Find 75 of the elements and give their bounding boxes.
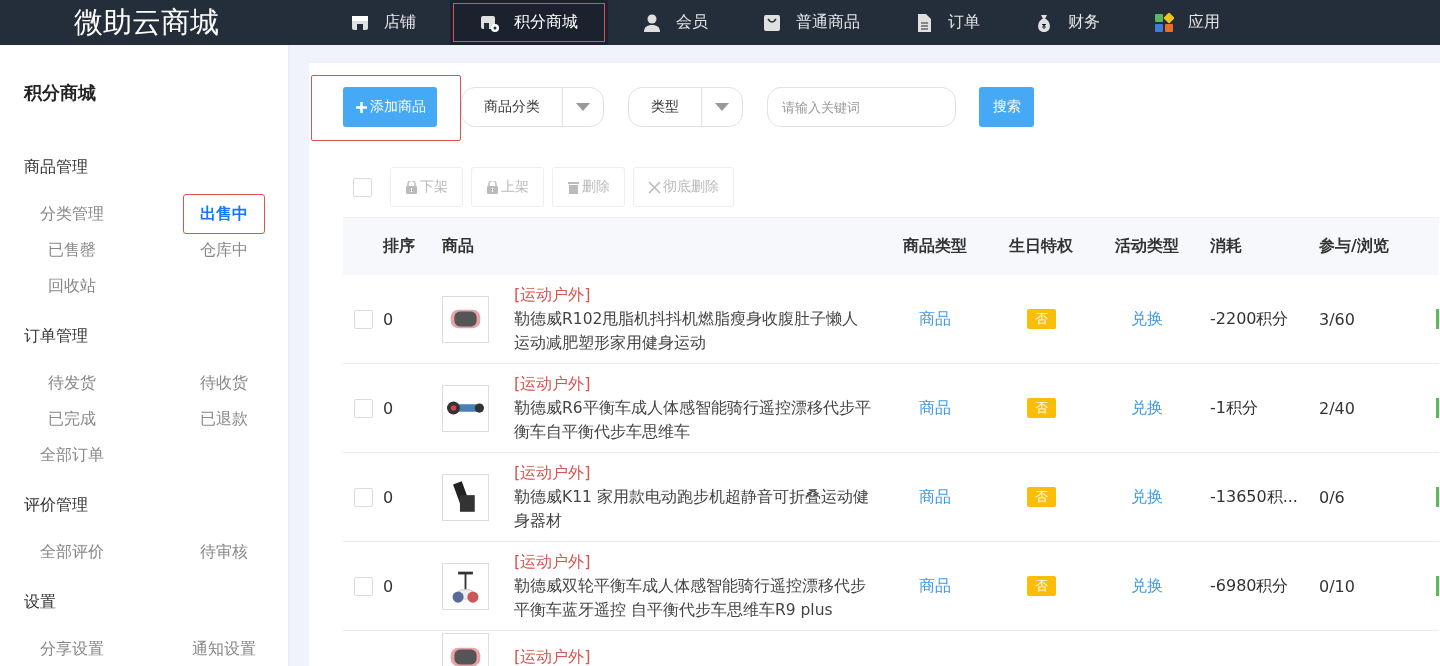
product-category: [运动户外]	[514, 462, 592, 484]
sidebar-item[interactable]: 出售中	[183, 194, 265, 234]
search-button[interactable]: 搜索	[979, 87, 1034, 127]
sidebar-item[interactable]: 回收站	[31, 272, 113, 300]
nav-tab[interactable]: 普通商品	[742, 0, 880, 45]
sidebar-title: 积分商城	[24, 81, 97, 105]
section-heading: 商品管理	[24, 157, 89, 178]
sidebar-item[interactable]: 待发货	[31, 369, 113, 397]
product-type-link[interactable]: 商品	[919, 486, 951, 506]
product-type-link[interactable]: 商品	[919, 397, 951, 417]
column-header: 商品类型	[903, 236, 967, 255]
section-heading: 设置	[24, 592, 57, 613]
product-name: 勒德威R6平衡车成人体感智能骑行遥控漂移代步平衡车自平衡代步车思维车	[514, 398, 872, 443]
points-cost: -13650积...	[1210, 486, 1298, 506]
product-type-link[interactable]: 商品	[919, 575, 951, 595]
sidebar-item[interactable]: 已退款	[183, 405, 265, 433]
sidebar-item[interactable]: 待收货	[183, 369, 265, 397]
nav-tab[interactable]: 订单	[894, 0, 1000, 45]
product-name: 勒德威K11 家用款电动跑步机超静音可折叠运动健身器材	[514, 487, 870, 532]
nav-tab[interactable]: 财务	[1014, 0, 1120, 45]
points-cost: -6980积分	[1210, 575, 1289, 595]
product-type-link[interactable]: 商品	[919, 308, 951, 328]
sidebar-item[interactable]: 仓库中	[183, 236, 265, 264]
points-cost: -2200积分	[1210, 308, 1289, 328]
product-name: 勒德威R102甩脂机抖抖机燃脂瘦身收腹肚子懒人运动减肥塑形家用健身运动	[514, 309, 860, 354]
column-header: 生日特权	[1009, 236, 1073, 257]
section-heading: 评价管理	[24, 495, 89, 516]
activity-type-link[interactable]: 兑换	[1131, 486, 1163, 506]
sort-number: 0	[383, 309, 394, 329]
product-name: 勒德威双轮平衡车成人体感智能骑行遥控漂移代步平衡车蓝牙遥控 自平衡代步车思维车R9 plus	[514, 576, 867, 621]
sort-number: 0	[383, 487, 394, 507]
column-header: 排序	[383, 236, 415, 255]
column-header: 商品	[442, 236, 474, 257]
activity-type-link[interactable]: 兑换	[1131, 308, 1163, 328]
sort-number: 0	[383, 398, 394, 418]
sidebar-item[interactable]: 通知设置	[183, 635, 265, 663]
sidebar-item[interactable]: 分类管理	[31, 200, 113, 228]
participation-count: 3/60	[1319, 309, 1355, 329]
column-header: 活动类型	[1115, 236, 1179, 255]
search-field[interactable]: 请输入关键词	[767, 87, 956, 127]
participation-count: 2/40	[1319, 398, 1355, 418]
birthday-badge: 否	[1026, 398, 1056, 418]
sort-number: 0	[383, 576, 394, 596]
bulk-action-button[interactable]: 删除	[552, 167, 625, 207]
sidebar-item[interactable]: 全部评价	[31, 538, 113, 566]
points-cost: -1积分	[1210, 397, 1258, 417]
product-category: [运动户外]	[514, 373, 592, 395]
sidebar-item[interactable]: 全部订单	[31, 441, 113, 469]
participation-count: 0/10	[1319, 576, 1355, 596]
add-product-button[interactable]: 添加商品	[343, 87, 437, 127]
category-dropdown[interactable]: 商品分类	[461, 87, 604, 127]
activity-type-link[interactable]: 兑换	[1131, 397, 1163, 417]
birthday-badge: 否	[1026, 576, 1056, 596]
sidebar-item[interactable]: 已售罄	[31, 236, 113, 264]
bulk-action-button[interactable]: 下架	[390, 167, 463, 207]
nav-tab[interactable]: 应用	[1134, 0, 1240, 45]
section-heading: 订单管理	[24, 326, 89, 347]
column-header: 参与/浏览	[1319, 236, 1389, 255]
birthday-badge: 否	[1026, 309, 1056, 329]
participation-count: 0/6	[1319, 487, 1345, 507]
sidebar-item[interactable]: 已完成	[31, 405, 113, 433]
brand-logo-text: 微助云商城	[73, 3, 220, 41]
nav-tab[interactable]: 店铺	[330, 0, 436, 45]
nav-tab[interactable]: 会员	[622, 0, 728, 45]
sidebar-item[interactable]: 待审核	[183, 538, 265, 566]
type-dropdown[interactable]: 类型	[628, 87, 743, 127]
column-header: 消耗	[1210, 236, 1242, 255]
nav-tab[interactable]: 积分商城	[450, 0, 608, 45]
birthday-badge: 否	[1026, 487, 1056, 507]
product-category: [运动户外]	[514, 645, 592, 666]
product-category: [运动户外]	[514, 551, 592, 573]
activity-type-link[interactable]: 兑换	[1131, 575, 1163, 595]
bulk-action-button[interactable]: 彻底删除	[633, 167, 734, 207]
sidebar-item[interactable]: 分享设置	[31, 635, 113, 663]
product-category: [运动户外]	[514, 284, 592, 306]
